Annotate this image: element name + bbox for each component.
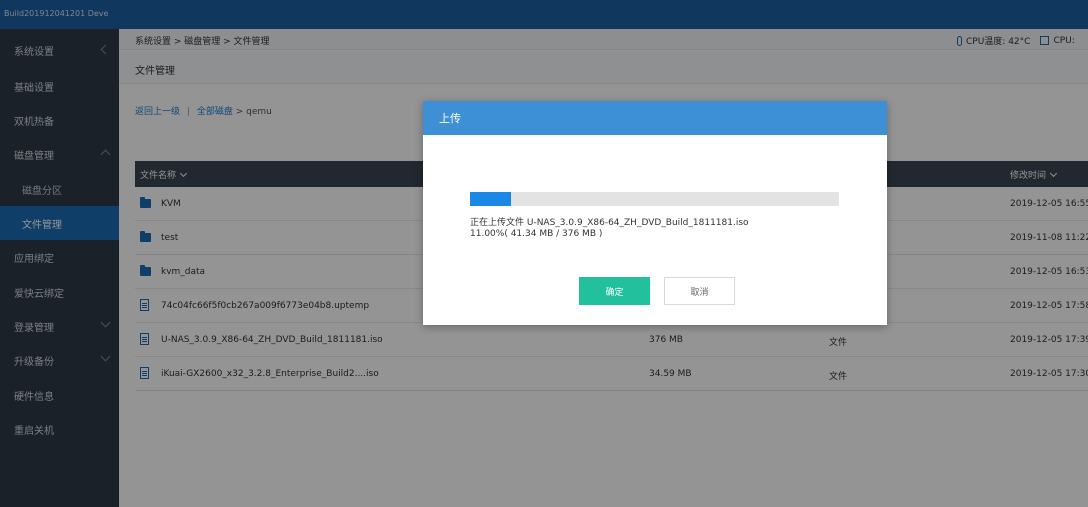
upload-file-text: 正在上传文件 U-NAS_3.0.9_X86-64_ZH_DVD_Build_1… (470, 218, 749, 228)
cancel-button[interactable]: 取消 (664, 277, 735, 305)
confirm-button[interactable]: 确定 (579, 277, 650, 305)
dialog-title: 上传 (439, 112, 461, 125)
upload-dialog: 上传 正在上传文件 U-NAS_3.0.9_X86-64_ZH_DVD_Buil… (423, 101, 887, 325)
upload-progress-fill (470, 192, 511, 206)
upload-progress-bar (470, 192, 839, 206)
upload-progress-text: 11.00%( 41.34 MB / 376 MB ) (470, 229, 603, 239)
dialog-header: 上传 (423, 101, 887, 135)
